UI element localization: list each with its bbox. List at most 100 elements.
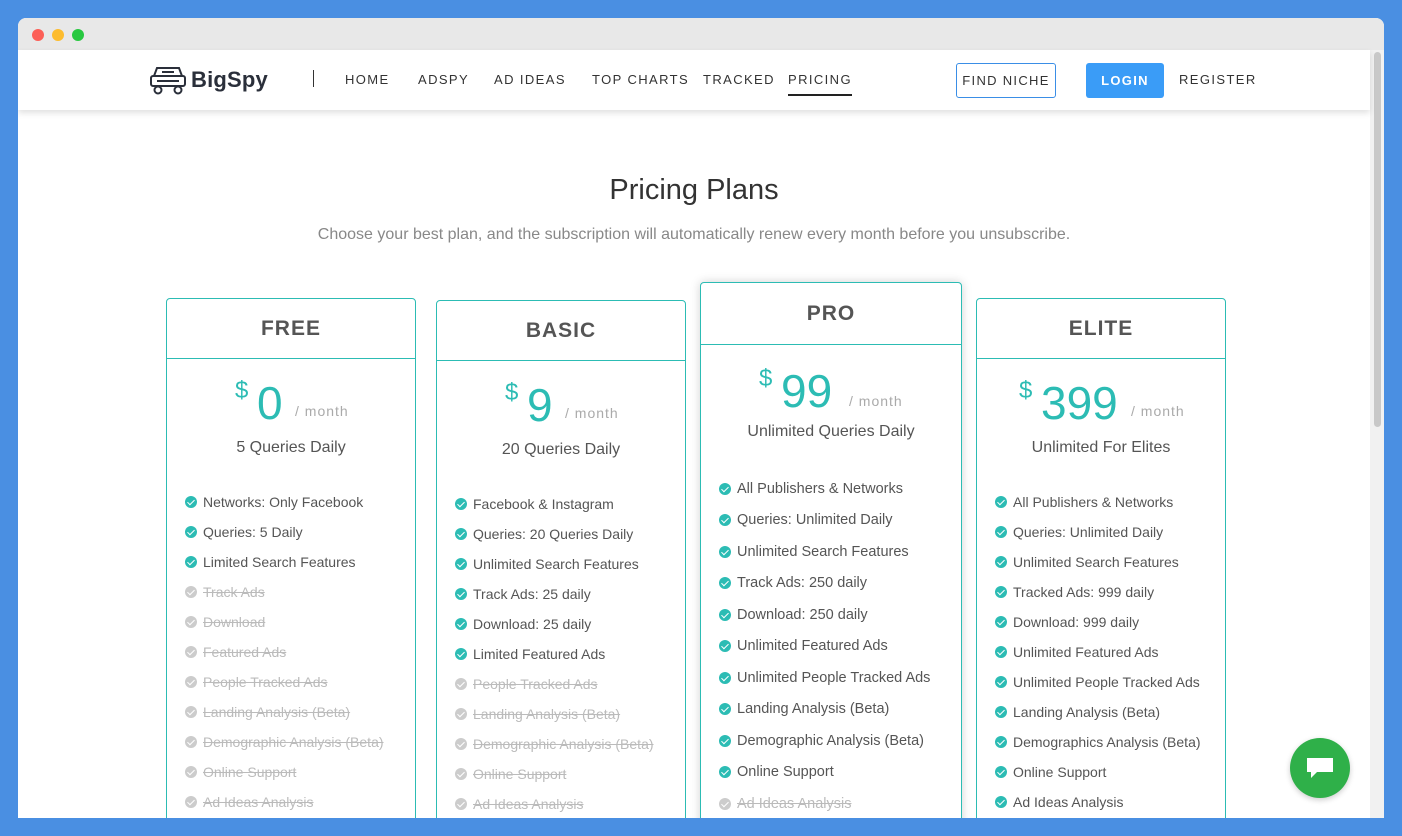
brand-name: BigSpy — [191, 67, 268, 92]
plan-name: PRO — [701, 283, 961, 345]
feature-label: Download: 999 daily — [1013, 614, 1140, 630]
nav-ad-ideas[interactable]: AD IDEAS — [494, 72, 566, 87]
check-circle-icon — [455, 768, 467, 780]
check-circle-icon — [995, 526, 1007, 538]
feature-item: Featured Ads — [185, 637, 415, 667]
check-circle-icon — [455, 528, 467, 540]
feature-item: Download — [185, 607, 415, 637]
page-subtitle: Choose your best plan, and the subscript… — [317, 226, 1071, 243]
top-navbar: BigSpy HOME ADSPY AD IDEAS TOP CHARTS TR… — [18, 50, 1370, 110]
feature-label: Track Ads — [203, 584, 265, 600]
check-circle-icon — [719, 545, 731, 558]
feature-item: Unlimited Search Features — [719, 536, 961, 568]
feature-label: Limited Search Features — [203, 554, 356, 570]
feature-label: Unlimited People Tracked Ads — [737, 669, 931, 686]
feature-item: Landing Analysis (Beta) — [455, 699, 685, 729]
nav-adspy[interactable]: ADSPY — [418, 72, 469, 87]
currency-symbol: $ — [759, 365, 773, 392]
feature-item: Online Support — [455, 759, 685, 789]
login-button[interactable]: LOGIN — [1086, 63, 1164, 98]
feature-item: Demographic Analysis (Beta) — [455, 729, 685, 759]
check-circle-icon — [719, 734, 731, 747]
feature-list: Facebook & Instagram Queries: 20 Queries … — [437, 489, 685, 818]
price-period: / month — [1131, 403, 1185, 419]
vertical-scrollbar[interactable] — [1370, 50, 1384, 818]
check-circle-icon — [719, 577, 731, 590]
check-circle-icon — [719, 797, 731, 810]
scrollbar-thumb[interactable] — [1374, 52, 1381, 427]
check-circle-icon — [185, 646, 197, 658]
chat-widget-button[interactable] — [1290, 738, 1350, 798]
feature-label: All Publishers & Networks — [737, 480, 903, 497]
check-circle-icon — [185, 736, 197, 748]
feature-item: Networks: Only Facebook — [185, 487, 415, 517]
feature-label: Ad Ideas Analysis — [473, 796, 584, 812]
currency-symbol: $ — [1019, 377, 1033, 404]
close-window-button[interactable] — [32, 29, 44, 41]
feature-item: Download: 250 daily — [719, 599, 961, 631]
feature-list: All Publishers & Networks Queries: Unlimi… — [977, 487, 1225, 817]
check-circle-icon — [719, 640, 731, 653]
feature-item: Queries: 20 Queries Daily — [455, 519, 685, 549]
feature-item: Tracked Ads: 999 daily — [995, 577, 1225, 607]
feature-label: Landing Analysis (Beta) — [203, 704, 351, 720]
feature-item: Ad Ideas Analysis — [185, 787, 415, 817]
nav-divider — [313, 70, 314, 87]
nav-top-charts[interactable]: TOP CHARTS — [592, 72, 689, 87]
car-logo-icon — [150, 67, 186, 95]
feature-label: Landing Analysis (Beta) — [473, 706, 621, 722]
feature-item: Track Ads: 250 daily — [719, 568, 961, 600]
check-circle-icon — [185, 706, 197, 718]
plan-card-elite: ELITE $ 399 / month Unlimited For Elites… — [976, 298, 1226, 818]
feature-item: Unlimited Featured Ads — [995, 637, 1225, 667]
feature-item: People Tracked Ads — [185, 667, 415, 697]
maximize-window-button[interactable] — [72, 29, 84, 41]
feature-label: Ad Ideas Analysis — [737, 795, 852, 812]
price-period: / month — [849, 393, 903, 409]
check-circle-icon — [455, 618, 467, 630]
plan-card-free: FREE $ 0 / month 5 Queries Daily Network… — [166, 298, 416, 818]
feature-label: Queries: Unlimited Daily — [1013, 524, 1164, 540]
find-niche-button[interactable]: FIND NICHE — [956, 63, 1056, 98]
feature-label: Online Support — [473, 766, 567, 782]
feature-item: Unlimited People Tracked Ads — [995, 667, 1225, 697]
nav-tracked[interactable]: TRACKED — [703, 72, 775, 87]
nav-home[interactable]: HOME — [345, 72, 390, 87]
feature-item: Online Support — [185, 757, 415, 787]
check-circle-icon — [455, 708, 467, 720]
feature-label: Tracked Ads: 999 daily — [1013, 584, 1155, 600]
feature-label: Queries: 5 Daily — [203, 524, 303, 540]
browser-window: BigSpy HOME ADSPY AD IDEAS TOP CHARTS TR… — [18, 18, 1384, 818]
check-circle-icon — [185, 586, 197, 598]
check-circle-icon — [995, 616, 1007, 628]
nav-pricing[interactable]: PRICING — [788, 72, 852, 96]
feature-item: All Publishers & Networks — [995, 487, 1225, 517]
price-period: / month — [565, 405, 619, 421]
check-circle-icon — [185, 766, 197, 778]
feature-item: Ad Ideas Analysis — [719, 788, 961, 818]
check-circle-icon — [455, 738, 467, 750]
check-circle-icon — [719, 766, 731, 779]
feature-label: Ad Ideas Analysis — [1013, 794, 1124, 810]
plan-card-basic: BASIC $ 9 / month 20 Queries Daily Faceb… — [436, 300, 686, 818]
feature-label: Limited Featured Ads — [473, 646, 606, 662]
price-amount: 99 — [781, 365, 833, 417]
feature-label: Online Support — [737, 764, 834, 781]
feature-item: Ad Ideas Analysis — [995, 787, 1225, 817]
logo[interactable]: BigSpy — [149, 64, 268, 96]
feature-item: Limited Featured Ads — [455, 639, 685, 669]
register-link[interactable]: REGISTER — [1179, 72, 1257, 87]
check-circle-icon — [995, 496, 1007, 508]
feature-list: Networks: Only Facebook Queries: 5 Daily L… — [167, 487, 415, 817]
check-circle-icon — [455, 798, 467, 810]
feature-item: Landing Analysis (Beta) — [185, 697, 415, 727]
check-circle-icon — [455, 678, 467, 690]
check-circle-icon — [995, 736, 1007, 748]
currency-symbol: $ — [235, 377, 249, 404]
feature-item: Download: 999 daily — [995, 607, 1225, 637]
currency-symbol: $ — [505, 379, 519, 406]
feature-label: Queries: 20 Queries Daily — [473, 526, 634, 542]
check-circle-icon — [719, 703, 731, 716]
feature-item: Facebook & Instagram — [455, 489, 685, 519]
minimize-window-button[interactable] — [52, 29, 64, 41]
